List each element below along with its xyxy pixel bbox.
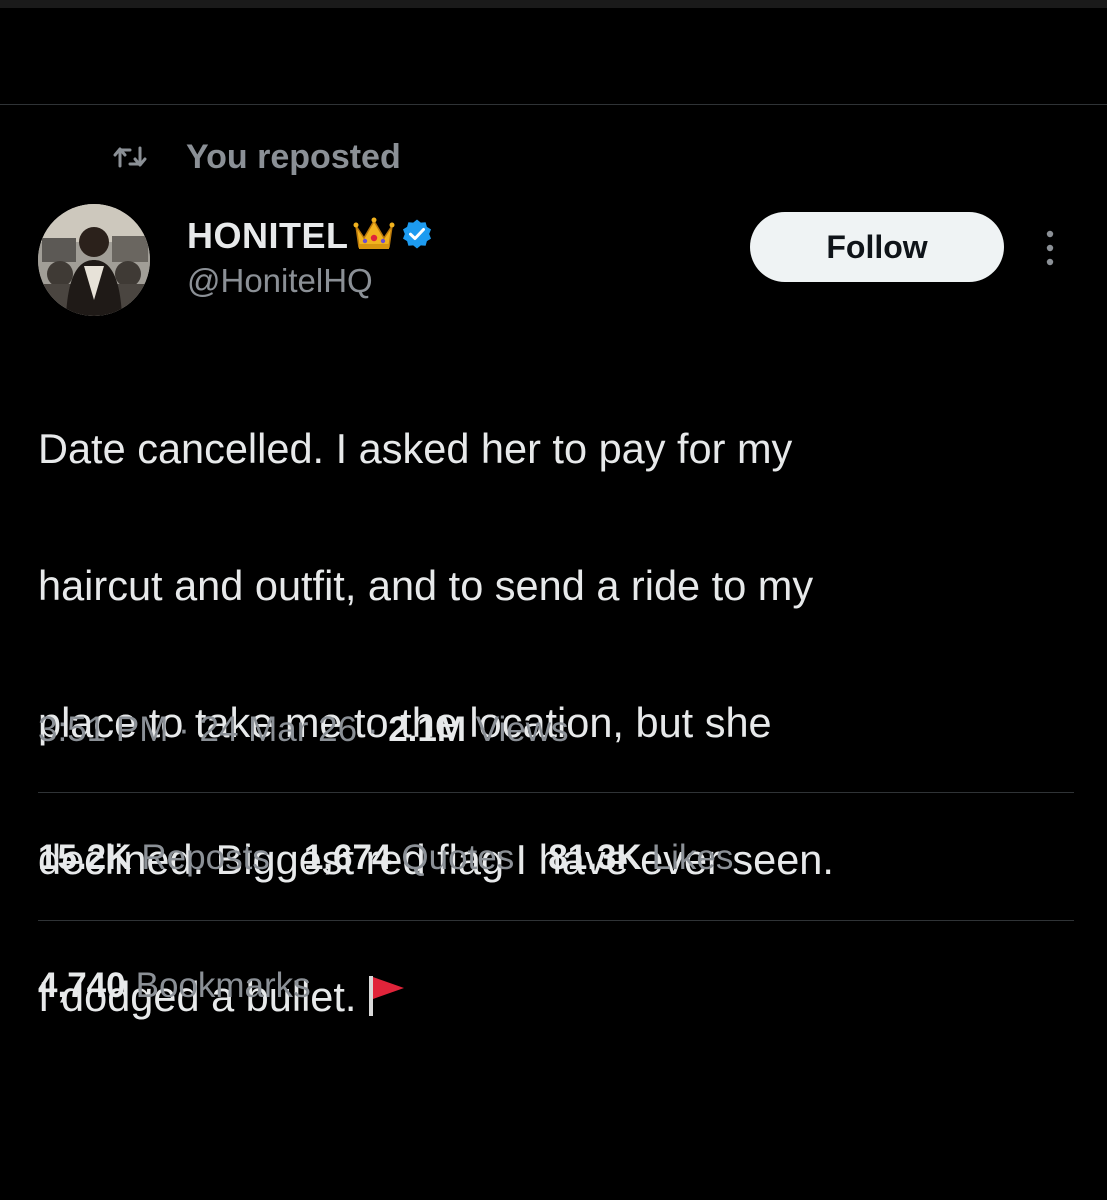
engagement-stats: 15.2K Reposts 1,674 Quotes 81.3K Likes	[38, 838, 767, 878]
bookmarks-stat[interactable]: 4,740 Bookmarks	[38, 966, 311, 1006]
reposts-label: Reposts	[141, 838, 270, 877]
repost-icon	[112, 142, 156, 172]
reposts-count: 15.2K	[38, 838, 132, 877]
more-vertical-icon[interactable]	[1040, 226, 1060, 270]
red-flag-icon	[366, 969, 408, 1038]
repost-banner: You reposted	[112, 132, 401, 182]
quotes-stat[interactable]: 1,674 Quotes	[304, 838, 514, 878]
reposts-stat[interactable]: 15.2K Reposts	[38, 838, 270, 878]
views-label: Views	[475, 710, 569, 749]
display-name[interactable]: HONITEL	[187, 215, 349, 257]
top-edge	[0, 0, 1107, 8]
divider	[38, 792, 1074, 793]
tweet-meta: 3:51 PM · 24 Mar 26 · 2.1M Views	[38, 710, 568, 750]
quotes-count: 1,674	[303, 838, 392, 877]
tweet-date[interactable]: 24 Mar 26	[199, 710, 357, 749]
meta-separator: ·	[366, 710, 379, 749]
author-handle[interactable]: @HonitelHQ	[187, 262, 373, 300]
crown-icon	[353, 216, 395, 257]
verified-badge-icon	[401, 218, 433, 255]
bookmarks-count: 4,740	[38, 966, 126, 1005]
avatar[interactable]	[38, 204, 150, 316]
follow-button[interactable]: Follow	[750, 212, 1004, 282]
quotes-label: Quotes	[401, 838, 515, 877]
views-count: 2.1M	[388, 710, 467, 749]
tweet-time[interactable]: 3:51 PM	[38, 710, 168, 749]
likes-stat[interactable]: 81.3K Likes	[548, 838, 733, 878]
tweet-line: Date cancelled. I asked her to pay for m…	[38, 424, 793, 472]
likes-label: Likes	[651, 838, 734, 877]
divider	[38, 920, 1074, 921]
header-divider	[0, 104, 1107, 105]
tweet-line: haircut and outfit, and to send a ride t…	[38, 561, 814, 609]
meta-separator: ·	[178, 710, 190, 749]
likes-count: 81.3K	[548, 838, 642, 877]
repost-label: You reposted	[186, 137, 401, 176]
author-name-row: HONITEL	[187, 212, 433, 260]
bookmarks-label: Bookmarks	[135, 966, 311, 1005]
